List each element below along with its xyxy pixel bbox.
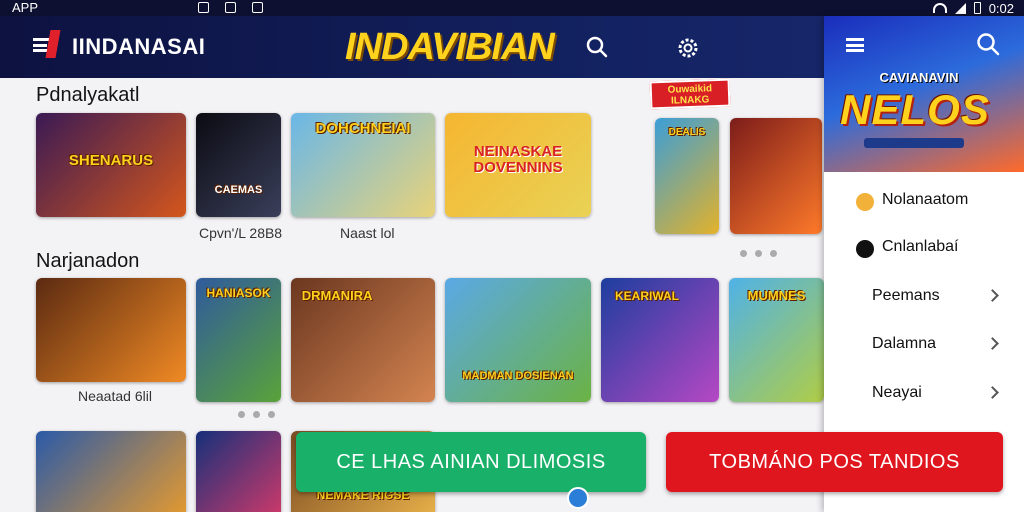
panel-item-nolanaatom[interactable]: Nolanaatom xyxy=(824,179,1024,223)
promo-badge: Ouwaikid ILNAKG xyxy=(649,78,731,110)
panel-item-label: Cnlanlabaí xyxy=(882,238,959,255)
game-card-title: DOHCHNEIAI xyxy=(315,120,411,138)
carousel-dots[interactable] xyxy=(238,411,275,418)
card-caption: Neaatad 6lil xyxy=(78,388,152,404)
game-card-title: CAEMAS xyxy=(214,183,263,196)
game-card[interactable]: DEALIS xyxy=(655,118,719,234)
notification-icon xyxy=(198,2,209,13)
gear-icon[interactable] xyxy=(676,36,700,60)
game-card[interactable]: MADMAN DOSIENAN xyxy=(445,278,591,402)
game-card[interactable]: CAEMAS xyxy=(196,113,281,217)
game-card[interactable] xyxy=(36,431,186,512)
panel-banner[interactable]: CAVIANAVIN NELOS xyxy=(824,16,1024,172)
panel-item-cnlanlabai[interactable]: Cnlanlabaí xyxy=(824,226,1024,270)
battery-icon xyxy=(973,2,981,14)
game-card-title: HANIASOK xyxy=(206,286,271,301)
panel-item-label: Peemans xyxy=(872,287,940,304)
panel-item-label: Neayai xyxy=(872,384,922,401)
panel-item-neayai[interactable]: Neayai xyxy=(824,372,1024,416)
section-title-2: Narjanadon xyxy=(36,250,140,272)
game-card[interactable] xyxy=(36,278,186,382)
game-card[interactable]: KEARIWAL xyxy=(601,278,719,402)
status-app-label: APP xyxy=(12,0,39,15)
game-card[interactable]: SHENARUS xyxy=(36,113,186,217)
game-card[interactable] xyxy=(196,431,281,512)
green-cta-button[interactable]: CE LHAS AINIAN DLIMOSIS xyxy=(296,432,646,492)
game-card-title: DRMANIRA xyxy=(301,287,373,303)
game-card[interactable] xyxy=(730,118,822,234)
mail-icon xyxy=(225,2,236,13)
card-caption: Cpvn'/L 28B8 xyxy=(199,225,283,241)
game-card-title: KEARIWAL xyxy=(615,288,680,303)
panel-item-label: Nolanaatom xyxy=(882,191,969,208)
panel-item-dalamna[interactable]: Dalamna xyxy=(824,323,1024,367)
status-bar: APP 0:02 xyxy=(0,0,1024,16)
game-card[interactable]: HANIASOK xyxy=(196,278,281,402)
share-icon[interactable] xyxy=(567,487,589,509)
game-card[interactable]: DRMANIRA xyxy=(291,278,435,402)
game-card[interactable]: DOHCHNEIAI xyxy=(291,113,435,217)
chevron-right-icon xyxy=(986,337,999,350)
carousel-dots[interactable] xyxy=(740,250,777,257)
banner-subtitle: CAVIANAVIN xyxy=(879,70,959,85)
wifi-icon xyxy=(932,3,947,13)
panel-item-label: Dalamna xyxy=(872,335,937,352)
chevron-right-icon xyxy=(986,386,999,399)
game-card-title: SHENARUS xyxy=(68,151,154,169)
banner-strip xyxy=(864,138,964,148)
game-card-title: MADMAN DOSIENAN xyxy=(462,369,574,382)
bell-icon xyxy=(856,240,874,258)
game-card-title: NEINASKAE DOVENNINS xyxy=(473,143,563,177)
banner-title: NELOS xyxy=(840,86,990,133)
brand-logo xyxy=(45,30,61,58)
download-icon xyxy=(252,2,263,13)
game-card[interactable]: MUMNES xyxy=(729,278,824,402)
panel-search-icon[interactable] xyxy=(976,32,1000,56)
signal-icon xyxy=(954,2,966,14)
game-card-title: DEALIS xyxy=(668,126,706,138)
brand-name: IINDANASAI xyxy=(72,34,206,59)
search-icon[interactable] xyxy=(586,36,608,58)
coin-icon xyxy=(856,193,874,211)
game-card-title: MUMNES xyxy=(747,287,806,303)
red-cta-button[interactable]: TOBMÁNO POS TANDIOS xyxy=(666,432,1003,492)
section-title-1: Pdnalyakatl xyxy=(36,84,140,106)
game-card[interactable]: NEINASKAE DOVENNINS xyxy=(445,113,591,217)
card-caption: Naast lol xyxy=(340,225,395,241)
title-logo: INDAVIBIAN xyxy=(345,26,555,68)
chevron-right-icon xyxy=(986,289,999,302)
status-clock: 0:02 xyxy=(988,0,1014,16)
panel-menu-icon[interactable] xyxy=(846,38,864,52)
panel-item-peemans[interactable]: Peemans xyxy=(824,275,1024,319)
